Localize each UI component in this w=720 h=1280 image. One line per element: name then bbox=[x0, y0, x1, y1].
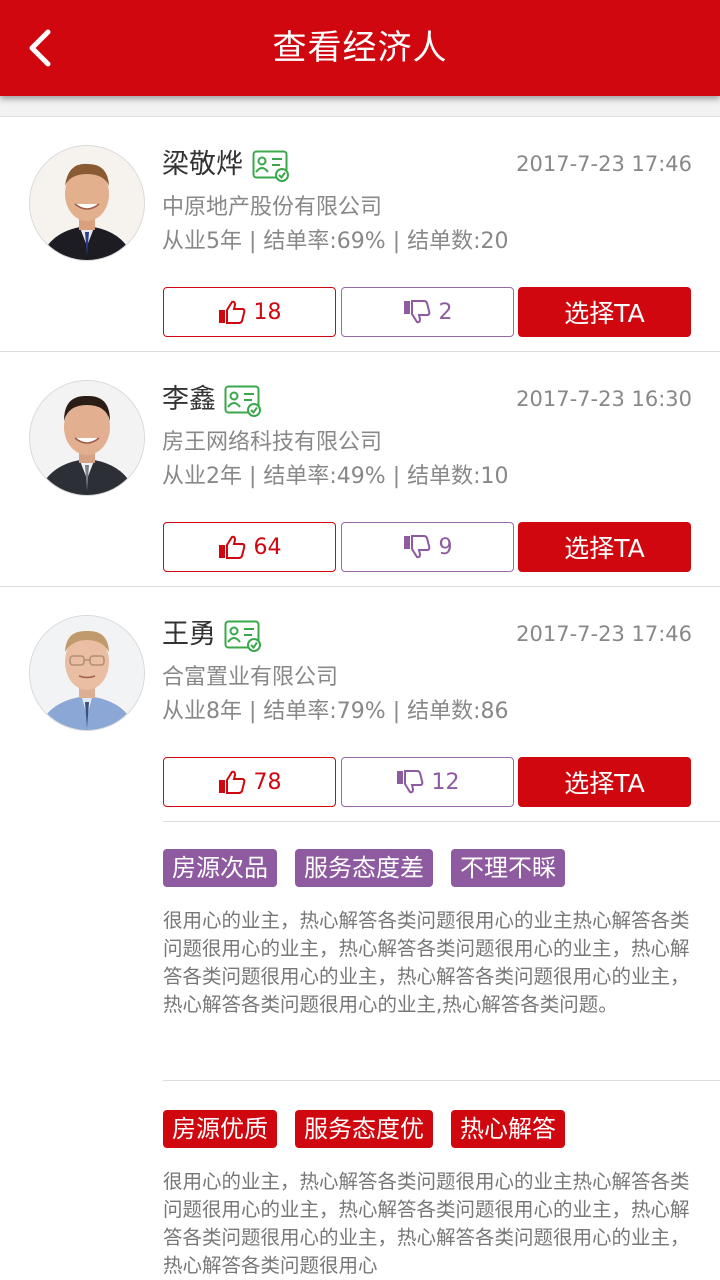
dislike-count: 12 bbox=[431, 769, 460, 795]
agent-company: 房王网络科技有限公司 bbox=[162, 430, 383, 455]
agent-card: 李鑫 2017-7-23 16:30 房王网络科技有限公司 从业2年 | 结单率… bbox=[0, 352, 720, 587]
agent-name: 梁敬烨 bbox=[162, 149, 243, 180]
review-item: 房源次品 服务态度差 不理不睬 很用心的业主，热心解答各类问题很用心的业主热心解… bbox=[163, 849, 720, 1019]
like-button[interactable]: 64 bbox=[163, 522, 336, 572]
certified-badge-icon bbox=[224, 385, 261, 417]
dislike-button[interactable]: 9 bbox=[341, 522, 514, 572]
select-agent-button[interactable]: 选择TA bbox=[518, 522, 691, 572]
avatar bbox=[29, 380, 145, 496]
review-tag: 热心解答 bbox=[451, 1110, 565, 1148]
agent-stats: 从业2年 | 结单率:49% | 结单数:10 bbox=[162, 464, 509, 489]
post-time: 2017-7-23 17:46 bbox=[516, 152, 692, 176]
agent-stats: 从业5年 | 结单率:69% | 结单数:20 bbox=[162, 229, 509, 254]
certified-badge-icon bbox=[252, 150, 289, 182]
review-text: 很用心的业主，热心解答各类问题很用心的业主热心解答各类问题很用心的业主，热心解答… bbox=[163, 1170, 690, 1277]
agent-name: 李鑫 bbox=[162, 384, 216, 415]
agent-card: 王勇 2017-7-23 17:46 合富置业有限公司 从业8年 | 结单率:7… bbox=[0, 587, 720, 821]
avatar bbox=[29, 615, 145, 731]
review-tag: 服务态度优 bbox=[295, 1110, 433, 1148]
review-tag: 房源次品 bbox=[163, 849, 277, 887]
like-count: 64 bbox=[253, 534, 282, 560]
agent-company: 中原地产股份有限公司 bbox=[162, 195, 383, 220]
review-tag: 房源优质 bbox=[163, 1110, 277, 1148]
divider bbox=[163, 1080, 720, 1081]
agent-company: 合富置业有限公司 bbox=[162, 665, 339, 690]
agent-stats: 从业8年 | 结单率:79% | 结单数:86 bbox=[162, 699, 509, 724]
thumbs-up-icon bbox=[218, 770, 245, 794]
agent-name: 王勇 bbox=[162, 619, 216, 650]
post-time: 2017-7-23 17:46 bbox=[516, 622, 692, 646]
top-spacer bbox=[0, 96, 720, 117]
divider bbox=[163, 821, 720, 822]
avatar bbox=[29, 145, 145, 261]
thumbs-down-icon bbox=[403, 300, 430, 324]
like-count: 18 bbox=[253, 299, 282, 325]
agent-card: 梁敬烨 2017-7-23 17:46 中原地产股份有限公司 从业5年 | 结单… bbox=[0, 117, 720, 352]
select-agent-button[interactable]: 选择TA bbox=[518, 287, 691, 337]
dislike-button[interactable]: 12 bbox=[341, 757, 514, 807]
post-time: 2017-7-23 16:30 bbox=[516, 387, 692, 411]
review-tags: 房源次品 服务态度差 不理不睬 bbox=[163, 849, 720, 887]
like-button[interactable]: 78 bbox=[163, 757, 336, 807]
page-title: 查看经济人 bbox=[272, 28, 448, 68]
thumbs-up-icon bbox=[218, 535, 245, 559]
thumbs-down-icon bbox=[396, 770, 423, 794]
review-tag: 不理不睬 bbox=[451, 849, 565, 887]
review-tags: 房源优质 服务态度优 热心解答 bbox=[163, 1110, 720, 1148]
like-button[interactable]: 18 bbox=[163, 287, 336, 337]
certified-badge-icon bbox=[224, 620, 261, 652]
like-count: 78 bbox=[253, 769, 282, 795]
dislike-count: 9 bbox=[438, 534, 453, 560]
app-header: 查看经济人 bbox=[0, 0, 720, 96]
review-text: 很用心的业主，热心解答各类问题很用心的业主热心解答各类问题很用心的业主，热心解答… bbox=[163, 909, 690, 1016]
dislike-button[interactable]: 2 bbox=[341, 287, 514, 337]
thumbs-up-icon bbox=[218, 300, 245, 324]
select-agent-button[interactable]: 选择TA bbox=[518, 757, 691, 807]
review-item: 房源优质 服务态度优 热心解答 很用心的业主，热心解答各类问题很用心的业主热心解… bbox=[163, 1110, 720, 1280]
review-tag: 服务态度差 bbox=[295, 849, 433, 887]
dislike-count: 2 bbox=[438, 299, 453, 325]
thumbs-down-icon bbox=[403, 535, 430, 559]
